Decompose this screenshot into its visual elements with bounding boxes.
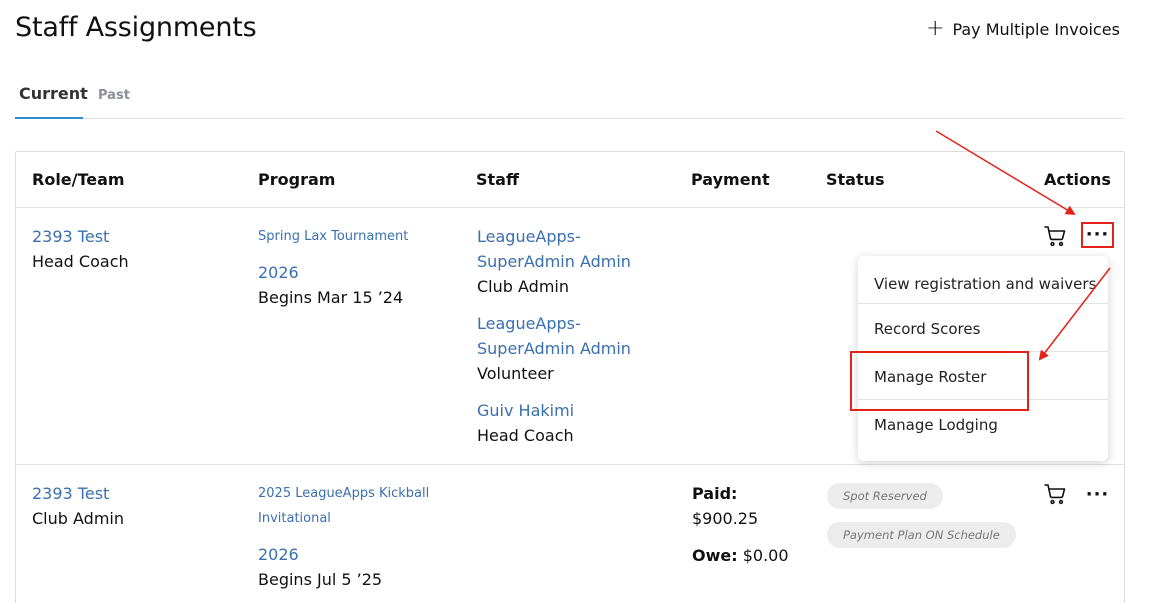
staff-entry: LeagueApps- SuperAdmin Admin Volunteer [477,311,631,386]
paid-amount: $900.25 [692,509,759,528]
program-cell: 2025 LeagueApps Kickball Invitational 20… [258,481,429,592]
page-title: Staff Assignments [15,12,257,43]
status-badge: Spot Reserved [827,483,943,509]
staff-role: Volunteer [477,364,554,383]
tab-current[interactable]: Current [15,84,88,119]
staff-role: Head Coach [477,426,574,445]
table-row: 2393 Test Club Admin 2025 LeagueApps Kic… [16,465,1124,603]
plus-icon: + [926,16,945,41]
staff-entry: LeagueApps- SuperAdmin Admin Club Admin [477,224,631,299]
more-actions-button[interactable]: ··· [1081,222,1114,248]
column-header-program: Program [258,170,336,189]
column-header-status: Status [826,170,885,189]
program-link[interactable]: 2025 LeagueApps Kickball [258,481,429,506]
team-link[interactable]: 2393 Test [32,224,129,249]
pay-multiple-invoices-button[interactable]: + Pay Multiple Invoices [926,18,1120,40]
program-link[interactable]: Spring Lax Tournament [258,224,408,249]
begins-date: Begins Mar 15 ’24 [258,288,404,307]
staff-entry: Guiv Hakimi Head Coach [477,398,631,448]
cart-button[interactable] [1042,481,1068,507]
pay-multiple-invoices-label: Pay Multiple Invoices [952,19,1120,39]
role-team-cell: 2393 Test Head Coach [32,224,129,274]
staff-name-link[interactable]: SuperAdmin Admin [477,336,631,361]
tab-bar: Current Past [15,84,1125,119]
column-header-actions: Actions [1044,170,1111,189]
cart-button[interactable] [1042,223,1068,249]
menu-item-record-scores[interactable]: Record Scores [858,304,1108,352]
owe-line: Owe: $0.00 [692,543,789,568]
actions-dropdown-menu: View registration and waivers Record Sco… [858,256,1108,461]
table-header: Role/Team Program Staff Payment Status A… [16,152,1124,208]
owe-amount: $0.00 [742,546,789,565]
role-text: Club Admin [32,509,124,528]
more-horizontal-icon: ··· [1085,484,1110,505]
menu-item-view-registration[interactable]: View registration and waivers [858,256,1108,304]
staff-name-link[interactable]: LeagueApps- [477,224,631,249]
menu-item-manage-lodging[interactable]: Manage Lodging [858,400,1108,448]
column-header-payment: Payment [691,170,770,189]
tab-past[interactable]: Past [98,88,130,123]
more-horizontal-icon: ··· [1085,224,1110,245]
menu-item-manage-roster[interactable]: Manage Roster [858,352,1108,400]
status-badge: Payment Plan ON Schedule [827,522,1016,548]
role-team-cell: 2393 Test Club Admin [32,481,124,531]
program-cell: Spring Lax Tournament 2026 Begins Mar 15… [258,224,408,310]
season-year-link[interactable]: 2026 [258,260,408,285]
more-actions-button[interactable]: ··· [1081,482,1114,508]
staff-role: Club Admin [477,277,569,296]
column-header-role-team: Role/Team [32,170,125,189]
payment-cell: Paid: $900.25 Owe: $0.00 [692,481,789,568]
owe-label: Owe: [692,546,738,565]
staff-name-link[interactable]: Guiv Hakimi [477,398,631,423]
cart-icon [1044,484,1066,505]
column-header-staff: Staff [476,170,519,189]
paid-label: Paid: [692,484,738,503]
staff-name-link[interactable]: SuperAdmin Admin [477,249,631,274]
begins-date: Begins Jul 5 ’25 [258,570,383,589]
season-year-link[interactable]: 2026 [258,542,429,567]
role-text: Head Coach [32,252,129,271]
program-link[interactable]: Invitational [258,506,429,531]
cart-icon [1044,226,1066,247]
staff-cell: LeagueApps- SuperAdmin Admin Club Admin … [477,224,631,448]
staff-name-link[interactable]: LeagueApps- [477,311,631,336]
team-link[interactable]: 2393 Test [32,481,124,506]
